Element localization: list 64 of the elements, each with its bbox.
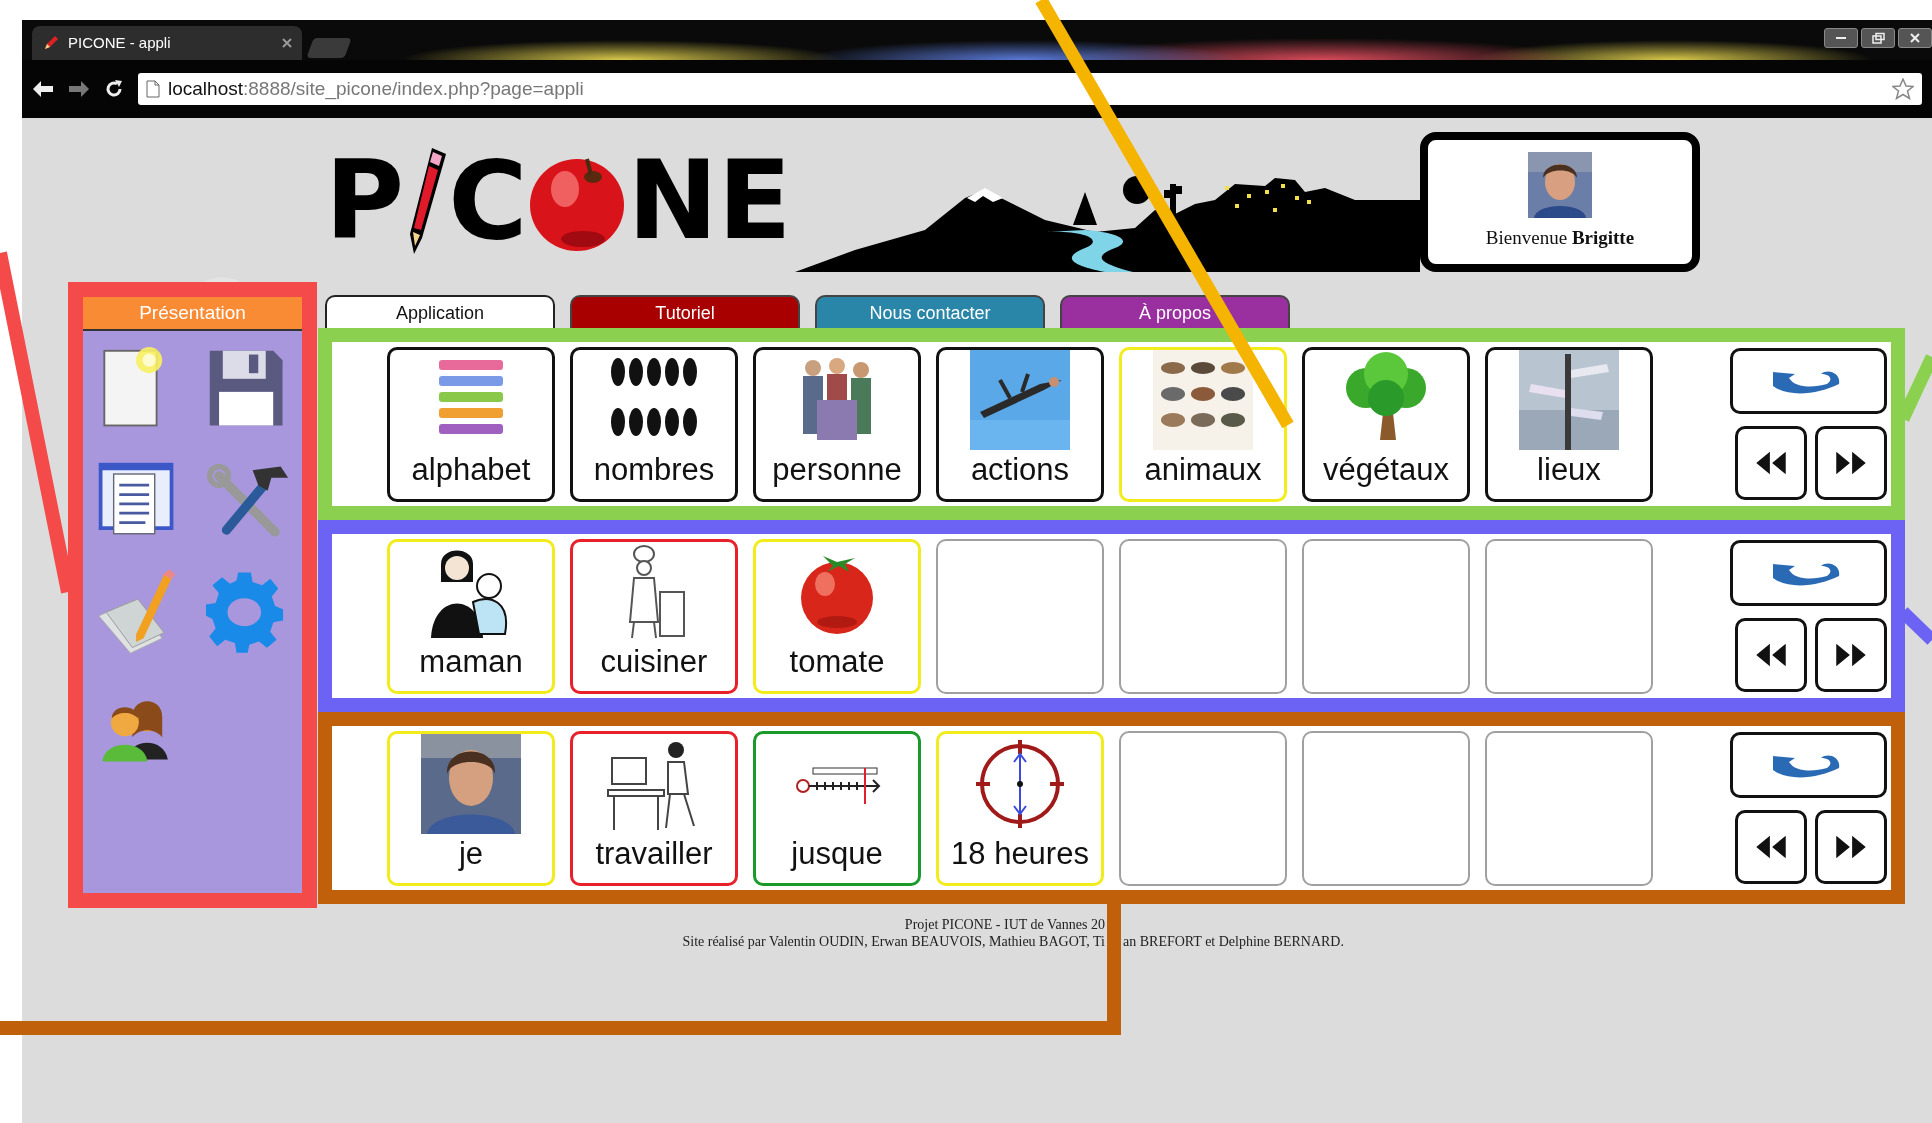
empty-slot[interactable] — [1119, 538, 1287, 694]
rewind-icon — [1754, 449, 1788, 477]
tab-title: PICONE - appli — [68, 32, 171, 53]
browser-tab[interactable]: PICONE - appli — [32, 26, 302, 60]
fast-forward-icon — [1834, 641, 1868, 669]
welcome-text: Bienvenue Brigitte — [1485, 225, 1635, 250]
empty-slot[interactable] — [1485, 538, 1653, 694]
rewind-icon — [1754, 641, 1788, 669]
empty-slot[interactable] — [936, 538, 1104, 694]
credits-text: Site réalisé par Valentin OUDIN, Erwan BEAUVOIS, Mathieu BAGOT, Ti — [681, 933, 1105, 950]
return-button[interactable] — [1730, 348, 1887, 414]
nav-tab[interactable]: Nous contacter — [815, 295, 1045, 330]
pictogram-card[interactable]: personne — [753, 346, 921, 502]
previous-button[interactable] — [1735, 426, 1807, 500]
pictogram-card[interactable]: lieux — [1485, 346, 1653, 502]
restore-button[interactable] — [1861, 28, 1895, 48]
return-button[interactable] — [1730, 732, 1887, 798]
back-icon[interactable] — [32, 80, 54, 98]
pictogram-card[interactable]: maman — [387, 538, 555, 694]
minimize-icon — [1836, 37, 1846, 39]
pictogram-card[interactable]: jusque — [753, 730, 921, 886]
pictogram-card[interactable]: cuisiner — [570, 538, 738, 694]
pictogram-card[interactable]: alphabet — [387, 346, 555, 502]
pictogram-card[interactable]: nombres — [570, 346, 738, 502]
logo-text: P — [325, 147, 405, 255]
next-button[interactable] — [1815, 810, 1887, 884]
restore-icon — [1870, 32, 1886, 44]
next-button[interactable] — [1815, 426, 1887, 500]
close-icon[interactable] — [282, 38, 292, 48]
empty-slot[interactable] — [1302, 538, 1470, 694]
pictogram-card[interactable]: je — [387, 730, 555, 886]
star-icon[interactable] — [1892, 78, 1914, 100]
previous-button[interactable] — [1735, 618, 1807, 692]
logo-text: C — [448, 147, 528, 255]
close-icon — [1907, 32, 1923, 44]
pictogram-card[interactable]: actions — [936, 346, 1104, 502]
next-button[interactable] — [1815, 618, 1887, 692]
forward-icon[interactable] — [68, 80, 90, 98]
pictogram-card[interactable]: animaux — [1119, 346, 1287, 502]
nav-tab[interactable]: Tutoriel — [570, 295, 800, 330]
empty-slot[interactable] — [1485, 730, 1653, 886]
empty-slot[interactable] — [1119, 730, 1287, 886]
credits-text: an BREFORT et Delphine BERNARD. — [1123, 933, 1345, 950]
nav-tab[interactable]: Application — [325, 295, 555, 330]
previous-button[interactable] — [1735, 810, 1807, 884]
pictogram-card[interactable]: végétaux — [1302, 346, 1470, 502]
fast-forward-icon — [1834, 449, 1868, 477]
sidebar-title: Présentation — [83, 297, 302, 331]
credits-text: Projet PICONE - IUT de Vannes 20 — [903, 916, 1105, 933]
fast-forward-icon — [1834, 833, 1868, 861]
minimize-button[interactable] — [1824, 28, 1858, 48]
pictogram-card[interactable]: travailler — [570, 730, 738, 886]
pictogram-card[interactable]: 18 heures — [936, 730, 1104, 886]
rewind-icon — [1754, 833, 1788, 861]
reload-icon[interactable] — [104, 79, 124, 99]
close-button[interactable] — [1898, 28, 1932, 48]
pictogram-card[interactable]: tomate — [753, 538, 921, 694]
address-bar[interactable]: localhost:8888/site_picone/index.php?page=appli — [138, 73, 1922, 105]
empty-slot[interactable] — [1302, 730, 1470, 886]
url-text: localhost:8888/site_picone/index.php?page=appli — [168, 76, 584, 102]
pencil-icon — [42, 34, 60, 52]
logo-text: NE — [627, 147, 792, 255]
page-icon — [146, 80, 160, 98]
return-button[interactable] — [1730, 540, 1887, 606]
